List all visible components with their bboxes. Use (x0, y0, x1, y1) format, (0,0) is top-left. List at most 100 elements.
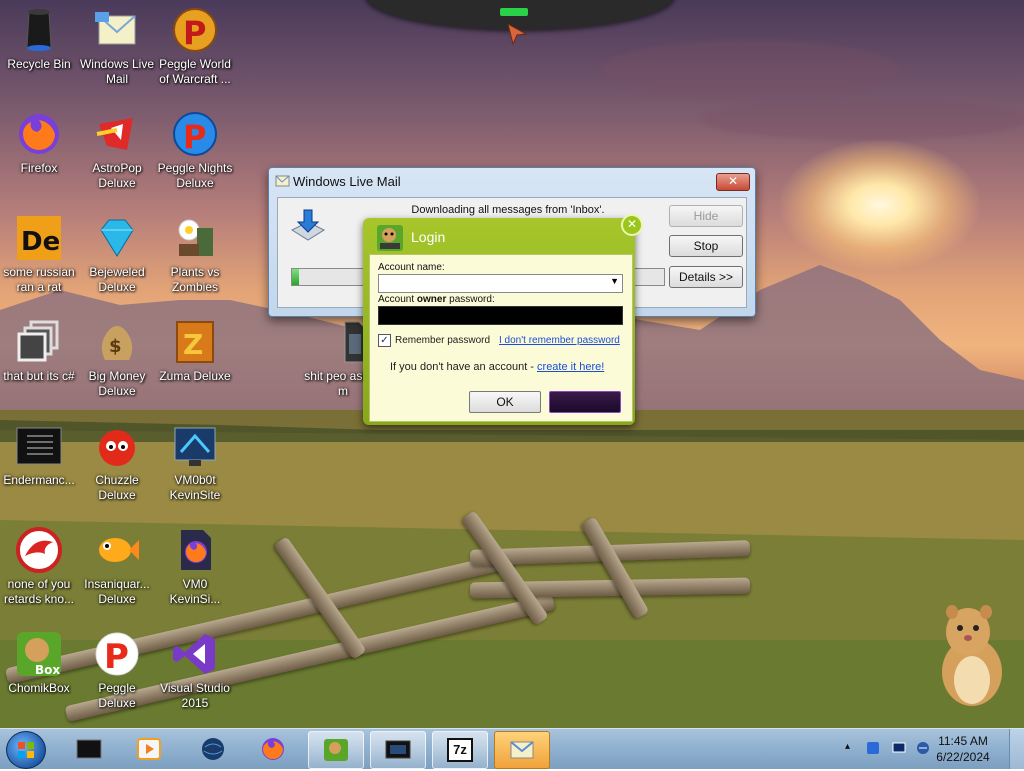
desktop-icon-chuzzle[interactable]: Chuzzle Deluxe (78, 422, 156, 503)
visual-studio-icon (171, 630, 219, 678)
ok-button[interactable]: OK (469, 391, 541, 413)
desktop-icon-insaniquarium[interactable]: Insaniquar... Deluxe (78, 526, 156, 607)
taskbar: 7z ▴ 11:45 AM 6/22/2024 (0, 728, 1024, 769)
plants-vs-zombies-icon (171, 214, 219, 262)
chomikbox-tray-icon[interactable] (866, 741, 880, 755)
desktop-icon-peggle-deluxe[interactable]: P Peggle Deluxe (78, 630, 156, 711)
windows-logo-icon (18, 742, 34, 758)
close-button[interactable]: ✕ (716, 173, 750, 191)
desktop-icon-label: Bejeweled Deluxe (89, 265, 145, 294)
hamster-mascot (942, 605, 1002, 706)
login-title: Login (411, 229, 446, 245)
desktop-icon-label: VM0 KevinSi... (169, 577, 221, 606)
globe-icon (202, 738, 224, 760)
taskbar-terminal[interactable] (62, 731, 116, 767)
desktop-icon-some-russian[interactable]: De some russian ran a rat (0, 214, 78, 295)
account-name-combobox[interactable]: ▼ (378, 274, 623, 293)
start-button[interactable] (6, 731, 46, 769)
desktop-icon-label: Big Money Deluxe (88, 369, 146, 398)
svg-text:Box: Box (35, 663, 60, 677)
taskbar-screen[interactable] (370, 731, 426, 769)
remember-password-checkbox[interactable]: ✓ (378, 334, 391, 347)
file-icon (319, 318, 367, 366)
login-close-button[interactable]: ✕ (621, 214, 643, 236)
desktop-icon-bejeweled[interactable]: Bejeweled Deluxe (78, 214, 156, 295)
desktop-icon-label: Visual Studio 2015 (160, 681, 230, 710)
taskbar-media[interactable] (122, 731, 176, 767)
windows-live-mail-icon (93, 6, 141, 54)
clock-date: 6/22/2024 (936, 750, 990, 764)
desktop-icon-vm0-kevinsite[interactable]: VM0 KevinSi... (156, 526, 234, 607)
bejeweled-icon (93, 214, 141, 262)
astropop-icon (93, 110, 141, 158)
desktop-icon-label: ChomikBox (8, 681, 70, 695)
desktop-icon-label: none of you retards kno... (3, 577, 75, 606)
login-dialog[interactable]: Login ✕ Account name: ▼ Account owner pa… (363, 214, 643, 425)
desktop-icon-vm0b0t[interactable]: VM0b0t KevinSite (156, 422, 234, 503)
desktop-icon-recycle-bin[interactable]: Recycle Bin (0, 6, 78, 72)
create-account-link[interactable]: create it here! (537, 361, 604, 373)
desktop-icon-firefox[interactable]: Firefox (0, 110, 78, 176)
red-circle-icon (15, 526, 63, 574)
password-label-bold: owner (416, 294, 447, 305)
desktop-icon-visual-studio[interactable]: Visual Studio 2015 (156, 630, 234, 711)
taskbar-firefox[interactable] (246, 731, 300, 767)
desktop-icon-label: Zuma Deluxe (159, 369, 231, 383)
desktop-icon-chomikbox[interactable]: Box ChomikBox (0, 630, 78, 696)
desktop-icon-label: that but its c# (3, 369, 75, 383)
7zip-icon: 7z (447, 738, 473, 762)
desktop-icon-plants-vs-zombies[interactable]: Plants vs Zombies (156, 214, 234, 295)
taskbar-7zip[interactable]: 7z (432, 731, 488, 769)
monitor-icon (385, 740, 411, 759)
desktop-icon-astropop[interactable]: AstroPop Deluxe (78, 110, 156, 191)
details-button[interactable]: Details >> (669, 266, 743, 288)
password-input[interactable] (378, 306, 623, 325)
clock-time: 11:45 AM (938, 734, 988, 748)
taskbar-chomikbox[interactable] (308, 731, 364, 769)
terminal-icon (15, 422, 63, 470)
show-desktop-button[interactable] (1009, 729, 1024, 769)
desktop-icon-label: some russian ran a rat (3, 265, 75, 294)
password-label-suffix: password: (446, 294, 495, 305)
windows-live-mail-icon (510, 741, 534, 759)
chomikbox-icon (377, 225, 403, 251)
svg-text:De: De (21, 227, 60, 257)
download-mail-icon (290, 209, 326, 241)
desktop-icon-label: VM0b0t KevinSite (169, 473, 221, 502)
desktop-icon-that-but-c[interactable]: that but its c# (0, 318, 78, 384)
show-hidden-icons-button[interactable]: ▴ (845, 741, 850, 752)
desktop-icon-peggle-wow[interactable]: P Peggle World of Warcraft ... (156, 6, 234, 87)
stop-button[interactable]: Stop (669, 235, 743, 257)
peggle-wow-icon: P (171, 6, 219, 54)
money-bag-icon: $ (93, 318, 141, 366)
desktop-icon-label: Windows Live Mail (79, 57, 155, 86)
media-player-icon (137, 738, 161, 760)
chevron-down-icon[interactable]: ▼ (610, 276, 619, 286)
forgot-password-link[interactable]: I don't remember password (499, 335, 620, 346)
svg-text:P: P (183, 118, 206, 156)
gadget-indicator[interactable] (500, 8, 528, 16)
taskbar-wlm[interactable] (494, 731, 550, 769)
taskbar-globe[interactable] (186, 731, 240, 767)
desktop-icon-peggle-nights[interactable]: P Peggle Nights Deluxe (156, 110, 234, 191)
desktop-icon-windows-live-mail[interactable]: Windows Live Mail (78, 6, 156, 87)
desktop-icon-endermanc[interactable]: Endermanc... (0, 422, 78, 488)
desktop-icon-label: Peggle Nights Deluxe (157, 161, 233, 190)
peggle-icon: P (93, 630, 141, 678)
firefox-icon (15, 110, 63, 158)
desktop-icon-none-of-you[interactable]: none of you retards kno... (0, 526, 78, 607)
redacted-button[interactable] (549, 391, 621, 413)
zuma-icon: Z (171, 318, 219, 366)
vm-icon (171, 422, 219, 470)
recycle-bin-icon (15, 6, 63, 54)
password-label-prefix: Account (378, 294, 417, 305)
svg-text:Z: Z (183, 328, 203, 361)
clock[interactable]: 11:45 AM 6/22/2024 (928, 733, 998, 765)
mouse-cursor-icon (507, 23, 528, 46)
chomikbox-icon: Box (15, 630, 63, 678)
desktop-icon-zuma[interactable]: Z Zuma Deluxe (156, 318, 234, 384)
monitor-tray-icon[interactable] (892, 741, 906, 755)
desktop-icon-big-money[interactable]: $ Big Money Deluxe (78, 318, 156, 399)
hide-button[interactable]: Hide (669, 205, 743, 227)
account-name-label: Account name: (378, 262, 445, 273)
